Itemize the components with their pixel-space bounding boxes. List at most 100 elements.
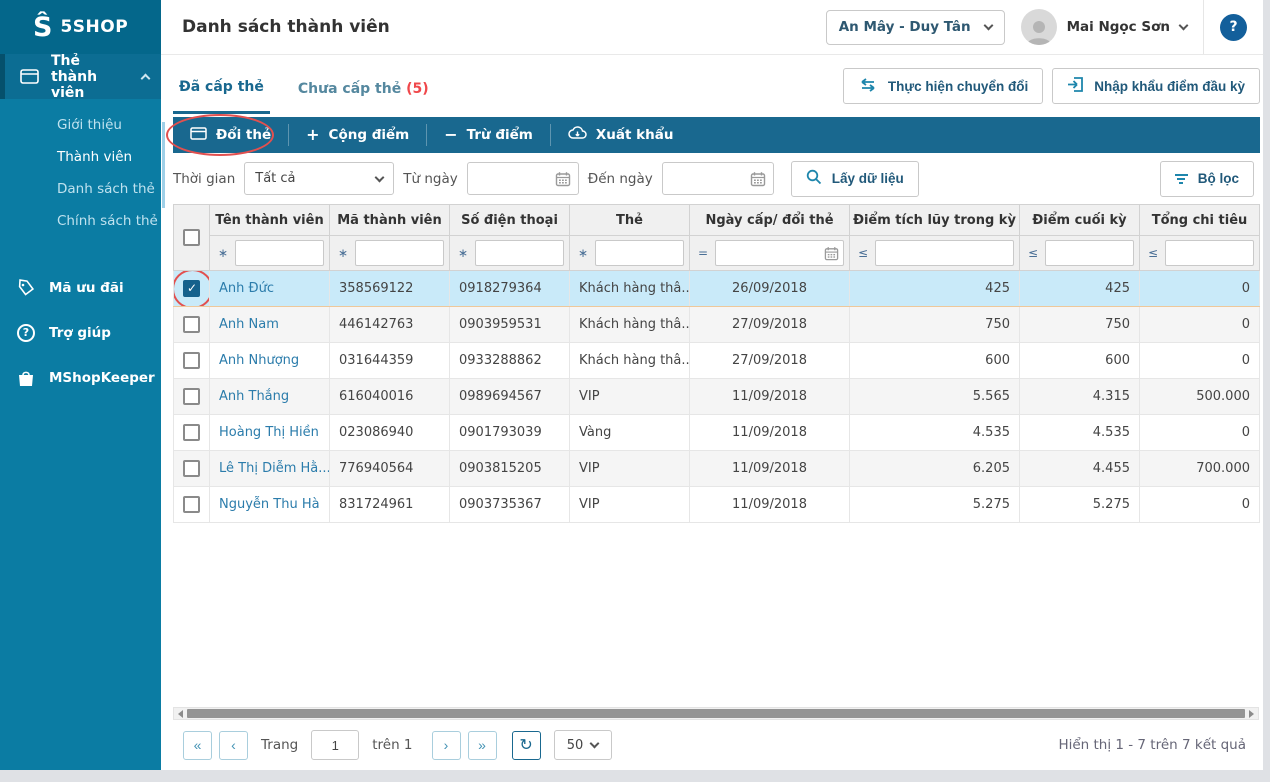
column-header[interactable]: Tên thành viên <box>209 204 330 236</box>
refresh-button[interactable]: ↻ <box>511 730 541 760</box>
table-row[interactable]: Hoàng Thị Hiền 023086940 0901793039 Vàng 11/… <box>173 414 1260 451</box>
scrollbar-thumb[interactable] <box>187 709 1245 718</box>
cell-member-name[interactable]: Anh Nam <box>209 306 330 343</box>
member-name-link[interactable]: Anh Đức <box>219 281 274 296</box>
sidebar-item-danh-sach-the[interactable]: Danh sách thẻ <box>0 173 161 205</box>
sidebar-item-mshopkeeper[interactable]: MShopKeeper <box>0 355 161 400</box>
cell-member-name[interactable]: Hoàng Thị Hiền <box>209 414 330 451</box>
convert-button[interactable]: Thực hiện chuyển đổi <box>842 68 1044 104</box>
member-name-link[interactable]: Hoàng Thị Hiền <box>219 425 319 440</box>
column-filter-input[interactable] <box>235 240 324 266</box>
column-header[interactable]: Ngày cấp/ đổi thẻ <box>689 204 850 236</box>
row-checkbox[interactable] <box>183 388 200 405</box>
member-name-link[interactable]: Anh Nhượng <box>219 353 299 368</box>
from-date-label: Từ ngày <box>403 170 458 187</box>
row-checkbox[interactable] <box>183 316 200 333</box>
cell-member-name[interactable]: Anh Nhượng <box>209 342 330 379</box>
cell-member-name[interactable]: Anh Thắng <box>209 378 330 415</box>
column-header[interactable]: Điểm cuối kỳ <box>1019 204 1140 236</box>
import-opening-points-button[interactable]: Nhập khẩu điểm đầu kỳ <box>1052 68 1260 104</box>
to-date-input[interactable] <box>661 162 774 195</box>
change-card-button[interactable]: Đổi thẻ <box>166 114 288 156</box>
cell-issue-date: 26/09/2018 <box>689 270 850 307</box>
row-checkbox[interactable] <box>183 460 200 477</box>
scroll-right-arrow[interactable] <box>1245 708 1258 719</box>
store-selector-dropdown[interactable]: An Mây - Duy Tân <box>825 9 1005 45</box>
sidebar-item-thanh-vien[interactable]: Thành viên <box>0 141 161 173</box>
prev-page-button[interactable]: ‹ <box>219 730 248 760</box>
row-checkbox[interactable] <box>183 352 200 369</box>
column-filter-input[interactable] <box>1045 240 1134 266</box>
member-name-link[interactable]: Nguyễn Thu Hà <box>219 497 320 512</box>
sidebar-item-chinh-sach-the[interactable]: Chính sách thẻ <box>0 205 161 237</box>
next-page-button[interactable]: › <box>431 730 461 760</box>
column-filter-input[interactable] <box>875 240 1014 266</box>
cell-phone: 0933288862 <box>449 342 570 379</box>
add-points-button[interactable]: + Cộng điểm <box>289 117 426 153</box>
filter-operator-button[interactable]: ∗ <box>575 246 591 260</box>
cell-member-name[interactable]: Lê Thị Diễm Hằ... <box>209 450 330 487</box>
member-name-link[interactable]: Anh Nam <box>219 317 279 332</box>
select-all-checkbox[interactable] <box>183 229 200 246</box>
sidebar-item-member-card[interactable]: Thẻ thành viên <box>0 52 161 101</box>
cell-member-name[interactable]: Anh Đức <box>209 270 330 307</box>
column-header[interactable]: Số điện thoại <box>449 204 570 236</box>
column-filter-input[interactable] <box>355 240 444 266</box>
column-filter-input[interactable] <box>595 240 684 266</box>
page-count-label: trên 1 <box>372 737 413 753</box>
export-button[interactable]: Xuất khẩu <box>551 117 691 153</box>
page-size-select[interactable]: 50 <box>553 730 612 760</box>
help-button[interactable]: ? <box>1220 13 1247 41</box>
shopping-bag-icon <box>16 369 36 387</box>
filter-operator-button[interactable]: ∗ <box>335 246 351 260</box>
table-row[interactable]: Lê Thị Diễm Hằ... 776940564 0903815205 VIP 1… <box>173 450 1260 487</box>
table-row[interactable]: Anh Đức 3585691220918279364Khách hàng thâ… <box>173 270 1260 307</box>
table-row[interactable]: Anh Nam 446142763 0903959531 Khách hàng thâ… <box>173 306 1260 343</box>
filter-operator-button[interactable]: = <box>695 246 711 260</box>
sidebar-item-label: Thẻ thành viên <box>51 52 98 101</box>
tab-da-cap-the[interactable]: Đã cấp thẻ <box>173 58 270 114</box>
cell-member-code: 776940564 <box>329 450 450 487</box>
filter-operator-button[interactable]: ∗ <box>455 246 471 260</box>
row-checkbox[interactable] <box>183 424 200 441</box>
column-filter-input[interactable] <box>1165 240 1254 266</box>
filter-operator-button[interactable]: ∗ <box>215 246 231 260</box>
column-header[interactable]: Điểm tích lũy trong kỳ <box>849 204 1020 236</box>
column-header[interactable]: Mã thành viên <box>329 204 450 236</box>
cell-card-type: VIP <box>569 378 690 415</box>
filter-button[interactable]: Bộ lọc <box>1159 160 1254 197</box>
table-row[interactable]: Anh Thắng 616040016 0989694567 VIP 11/09/201… <box>173 378 1260 415</box>
subtract-points-button[interactable]: − Trừ điểm <box>427 117 550 153</box>
time-range-select[interactable]: Tất cả <box>244 162 395 195</box>
store-selector-value: An Mây - Duy Tân <box>838 19 971 35</box>
member-name-link[interactable]: Anh Thắng <box>219 389 289 404</box>
last-page-button[interactable]: » <box>467 730 497 760</box>
column-filter-input[interactable] <box>475 240 564 266</box>
filter-operator-button[interactable]: ≤ <box>855 246 871 260</box>
from-date-input[interactable] <box>466 162 579 195</box>
members-table: Tên thành viên Mã thành viên Số điện thoại… <box>173 204 1260 523</box>
row-checkbox[interactable] <box>183 280 200 297</box>
cell-card-type: Vàng <box>569 414 690 451</box>
page-number-input[interactable] <box>311 730 360 760</box>
scroll-left-arrow[interactable] <box>174 708 187 719</box>
fetch-data-button[interactable]: Lấy dữ liệu <box>790 160 919 197</box>
horizontal-scrollbar[interactable] <box>173 707 1259 720</box>
filter-operator-button[interactable]: ≤ <box>1025 246 1041 260</box>
sidebar-item-gioi-thieu[interactable]: Giới thiệu <box>0 109 161 141</box>
column-header[interactable]: Tổng chi tiêu <box>1139 204 1260 236</box>
sidebar-item-ma-uu-dai[interactable]: Mã ưu đãi <box>0 265 161 310</box>
table-row[interactable]: Anh Nhượng 031644359 0933288862 Khách hàng … <box>173 342 1260 379</box>
filter-operator-button[interactable]: ≤ <box>1145 246 1161 260</box>
sidebar-item-tro-giup[interactable]: ? Trợ giúp <box>0 310 161 355</box>
cell-total-spent: 500.000 <box>1139 378 1260 415</box>
first-page-button[interactable]: « <box>183 730 212 760</box>
row-checkbox[interactable] <box>183 496 200 513</box>
to-date-label: Đến ngày <box>587 170 653 187</box>
table-row[interactable]: Nguyễn Thu Hà 831724961 0903735367 VIP 11/09… <box>173 486 1260 523</box>
column-header[interactable]: Thẻ <box>569 204 690 236</box>
user-menu[interactable]: Mai Ngọc Sơn <box>1067 19 1189 35</box>
member-name-link[interactable]: Lê Thị Diễm Hằ... <box>219 461 329 476</box>
cell-member-name[interactable]: Nguyễn Thu Hà <box>209 486 330 523</box>
tab-chua-cap-the[interactable]: Chưa cấp thẻ (5) <box>292 60 435 113</box>
